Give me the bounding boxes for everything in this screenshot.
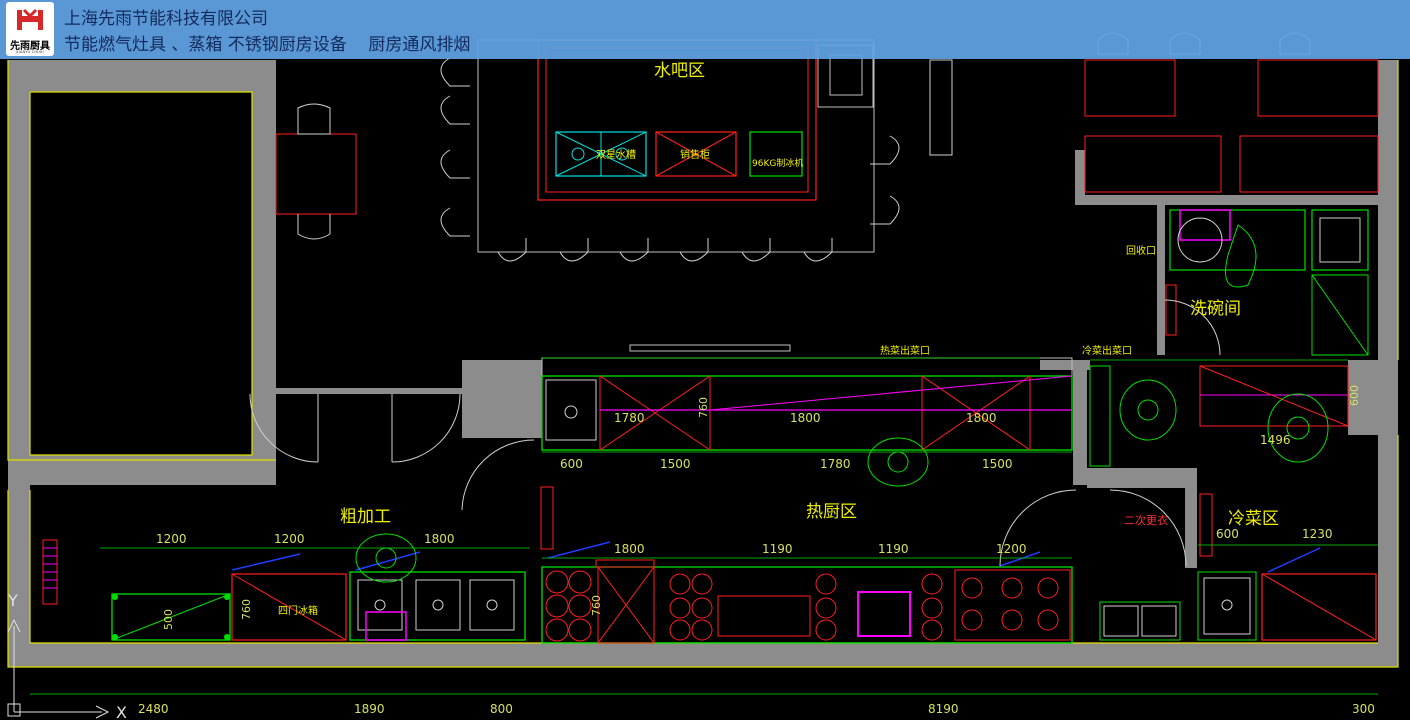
label-ice-machine: 96KG制冰机 <box>752 157 803 169</box>
dim-left-3: 1800 <box>424 532 455 546</box>
dim-top-4: 1800 <box>966 411 997 425</box>
label-display: 销售柜 <box>680 148 710 161</box>
dim-vert-3: 760 <box>590 595 603 616</box>
label-hot-window: 热菜出菜口 <box>880 344 930 357</box>
dim-bottom-4: 1200 <box>996 542 1027 556</box>
zone-rough-process: 粗加工 <box>340 507 391 527</box>
dim-second-2: 1500 <box>660 457 691 471</box>
label-recycle: 回收口 <box>1126 244 1156 257</box>
dim-bottom-3: 1190 <box>878 542 909 556</box>
logo-subtext: XIANYU CHUJU <box>16 50 44 54</box>
label-double-sink: 双星水槽 <box>596 148 636 161</box>
dim-bottom-1: 1800 <box>614 542 645 556</box>
dim-axis-3: 800 <box>490 702 513 716</box>
dim-left-1: 1200 <box>156 532 187 546</box>
hot-kitchen-top-counter <box>541 344 1349 467</box>
dim-second-1: 600 <box>560 457 583 471</box>
company-logo: 先雨厨具 XIANYU CHUJU <box>6 2 54 56</box>
axis-y-label: Y <box>7 591 18 610</box>
kitchen-floor-plan: 水吧区 热厨区 粗加工 冷菜区 洗碗间 热菜出菜口 冷菜出菜口 回收口 二次更衣… <box>7 32 1399 720</box>
zone-dishwash: 洗碗间 <box>1190 299 1241 319</box>
dim-second-4: 1500 <box>982 457 1013 471</box>
zone-water-bar: 水吧区 <box>654 61 705 81</box>
axis-x-label: X <box>116 703 127 720</box>
zone-cold-dish: 冷菜区 <box>1228 509 1279 529</box>
company-products: 节能燃气灶具 、蒸箱 不锈钢厨房设备 厨房通风排烟 <box>64 35 471 55</box>
label-cold-window: 冷菜出菜口 <box>1082 344 1132 357</box>
label-changing: 二次更衣 <box>1124 513 1168 527</box>
dim-top-2: 760 <box>697 397 710 418</box>
zone-hot-kitchen: 热厨区 <box>806 502 857 522</box>
dim-vert-1: 500 <box>162 609 175 630</box>
dim-top-6: 600 <box>1348 385 1361 406</box>
company-name: 上海先雨节能科技有限公司 <box>64 9 268 29</box>
label-freezer: 四门冰箱 <box>278 604 318 617</box>
hot-kitchen-bottom-line <box>541 541 1073 644</box>
dim-bottom-6: 1230 <box>1302 527 1333 541</box>
dim-top-5: 1496 <box>1260 433 1291 447</box>
company-header: 先雨厨具 XIANYU CHUJU 上海先雨节能科技有限公司 节能燃气灶具 、蒸… <box>0 0 1410 59</box>
dim-axis-5: 300 <box>1352 702 1375 716</box>
dim-bottom-2: 1190 <box>762 542 793 556</box>
dim-top-1: 1780 <box>614 411 645 425</box>
dining-table-left <box>275 103 357 240</box>
logo-mark-icon <box>17 8 43 30</box>
dim-left-2: 1200 <box>274 532 305 546</box>
dim-bottom-5: 600 <box>1216 527 1239 541</box>
dim-vert-2: 760 <box>240 599 253 620</box>
dim-axis-4: 8190 <box>928 702 959 716</box>
dim-top-3: 1800 <box>790 411 821 425</box>
dishwash-room <box>1165 209 1369 356</box>
dim-axis-1: 2480 <box>138 702 169 716</box>
dim-axis-2: 1890 <box>354 702 385 716</box>
dim-second-3: 1780 <box>820 457 851 471</box>
